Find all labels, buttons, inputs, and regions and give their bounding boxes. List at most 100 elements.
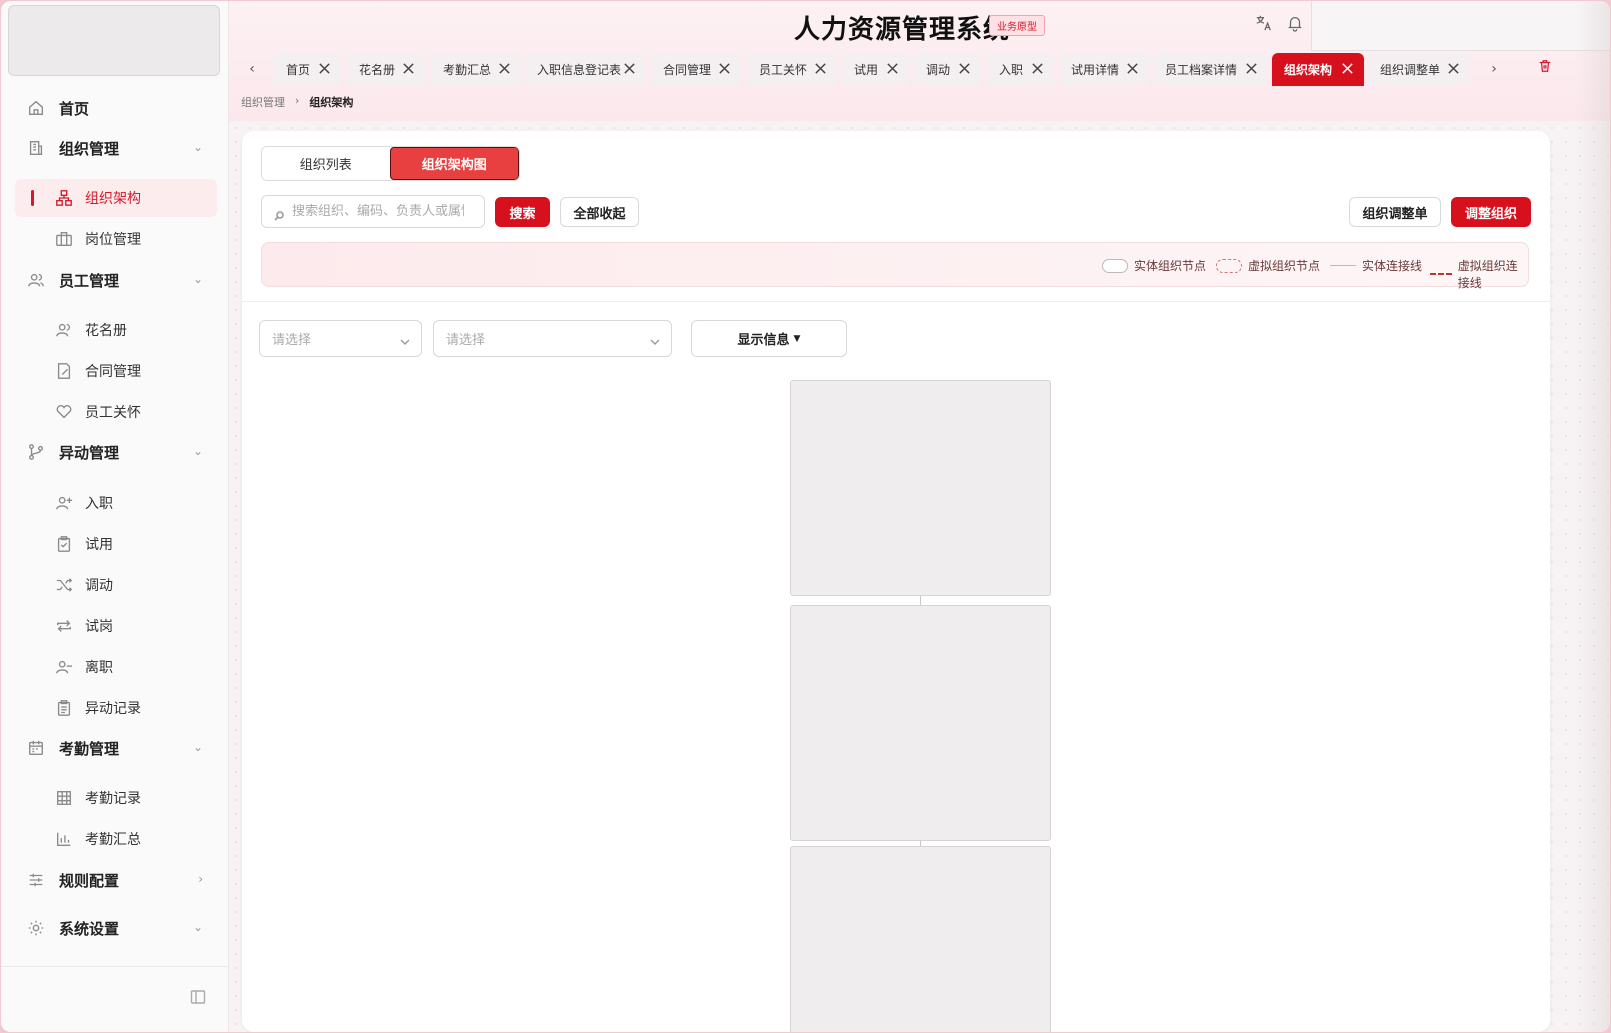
legend-virtual-node: 虚拟组织节点 [1216,257,1320,274]
sidebar-item-trial-post[interactable]: 试岗 [15,607,217,645]
trash-icon[interactable] [1538,58,1554,74]
sidebar-item-probation[interactable]: 试用 [15,525,217,563]
sidebar-item-transfer[interactable]: 调动 [15,566,217,604]
sidebar-item-home[interactable]: 首页 [15,89,217,127]
chevron-down-icon: ⌄ [192,740,203,754]
close-icon[interactable] [1341,62,1355,76]
tab-bar: ‹ 首页 花名册 考勤汇总 入职信息登记表 合同管理 员工关怀 试用 调动 入职… [241,53,1606,87]
legend-label: 实体连接线 [1362,259,1423,273]
search-input[interactable] [292,204,464,219]
sidebar-item-positions[interactable]: 岗位管理 [15,220,217,258]
org-node[interactable] [790,605,1051,841]
tab-roster[interactable]: 花名册 [347,53,425,86]
tab-label: 入职 [999,63,1024,77]
close-icon[interactable] [1245,62,1259,76]
adjust-org-button[interactable]: 调整组织 [1451,197,1531,227]
tab-employee-care[interactable]: 员工关怀 [747,53,837,86]
sidebar-item-system-settings[interactable]: 系统设置 ⌄ [15,909,217,947]
sidebar-item-onboarding[interactable]: 入职 [15,484,217,522]
legend-bar: 实体组织节点 虚拟组织节点 实体连接线 虚拟组织连接线 [261,242,1529,290]
collapse-all-button[interactable]: 全部收起 [560,197,639,227]
repeat-icon [53,615,75,637]
close-icon[interactable] [318,62,332,76]
search-field[interactable] [261,195,485,228]
shuffle-icon [53,574,75,596]
sidebar-item-resignation[interactable]: 离职 [15,648,217,686]
divider [1,966,229,967]
close-icon[interactable] [623,62,637,76]
tab-home[interactable]: 首页 [274,53,341,86]
sidebar-item-attendance-management[interactable]: 考勤管理 ⌄ [15,729,217,767]
close-icon[interactable] [1447,62,1461,76]
sidebar-item-employee-management[interactable]: 员工管理 ⌄ [15,261,217,299]
sidebar-item-employee-care[interactable]: 员工关怀 [15,393,217,431]
tab-transfer[interactable]: 调动 [914,53,981,86]
org-chart-toggle[interactable]: 组织架构图 [389,147,519,180]
org-node[interactable] [790,846,1051,1032]
sidebar-item-label: 入职 [85,496,113,512]
legend-label: 虚拟组织连接线 [1457,259,1518,290]
sidebar-item-attendance-summary[interactable]: 考勤汇总 [15,820,217,858]
tab-probation-detail[interactable]: 试用详情 [1059,53,1149,86]
tab-scroll-left-button[interactable]: ‹ [241,57,263,81]
bell-icon[interactable] [1286,14,1306,34]
sidebar-item-label: 试岗 [85,619,113,635]
tab-label: 员工关怀 [759,63,808,77]
chevron-down-icon: ⌄ [192,920,203,934]
tab-label: 花名册 [359,63,396,77]
select-placeholder: 请选择 [446,333,486,348]
sidebar-item-label: 岗位管理 [85,232,141,248]
tab-label: 入职信息登记表 [537,63,622,77]
users-icon [25,269,47,291]
sidebar-item-rule-config[interactable]: 规则配置 › [15,861,217,899]
display-info-dropdown[interactable]: 显示信息 ▼ [691,320,847,357]
tab-onboarding[interactable]: 入职 [987,53,1054,86]
sidebar-item-label: 花名册 [85,323,127,339]
user-area-placeholder[interactable] [1311,1,1610,51]
heart-hand-icon [53,401,75,423]
chevron-down-icon: ⌄ [192,444,203,458]
bar-chart-icon [53,828,75,850]
tab-contracts[interactable]: 合同管理 [651,53,741,86]
org-adjust-form-button[interactable]: 组织调整单 [1349,197,1441,227]
org-list-toggle[interactable]: 组织列表 [262,147,390,180]
breadcrumb-parent[interactable]: 组织管理 [241,94,285,110]
translate-icon[interactable] [1255,14,1275,34]
close-icon[interactable] [814,62,828,76]
close-icon[interactable] [958,62,972,76]
tab-onboarding-form[interactable]: 入职信息登记表 [525,53,646,86]
close-icon[interactable] [1126,62,1140,76]
search-button[interactable]: 搜索 [495,197,550,227]
sidebar-item-contracts[interactable]: 合同管理 [15,352,217,390]
tab-org-adjustment[interactable]: 组织调整单 [1368,53,1470,86]
caret-down-icon: ▼ [793,333,801,344]
filter-select-1[interactable]: 请选择 [259,320,422,357]
tab-employee-file-detail[interactable]: 员工档案详情 [1153,53,1268,86]
close-icon[interactable] [402,62,416,76]
sidebar-collapse-icon[interactable] [190,989,206,1005]
virtual-node-swatch [1216,258,1242,273]
sidebar: 首页 组织管理 ⌄ 组织架构 岗位管理 员工管理 ⌄ 花名册 合同管理 员工关怀… [1,1,229,1032]
sidebar-item-change-management[interactable]: 异动管理 ⌄ [15,433,217,471]
close-icon[interactable] [718,62,732,76]
tab-label: 合同管理 [663,63,712,77]
close-icon[interactable] [498,62,512,76]
tab-org-chart[interactable]: 组织架构 [1272,53,1364,86]
sidebar-item-change-records[interactable]: 异动记录 [15,689,217,727]
sidebar-item-attendance-records[interactable]: 考勤记录 [15,779,217,817]
tab-probation[interactable]: 试用 [842,53,909,86]
close-icon[interactable] [886,62,900,76]
sidebar-item-roster[interactable]: 花名册 [15,311,217,349]
legend-virtual-line: 虚拟组织连接线 [1430,257,1528,291]
tab-attendance-summary[interactable]: 考勤汇总 [431,53,521,86]
org-node[interactable] [790,380,1051,596]
sidebar-item-org-chart[interactable]: 组织架构 [15,179,217,217]
sidebar-item-label: 考勤记录 [85,791,141,807]
breadcrumb-current: 组织架构 [309,96,354,109]
filter-select-2[interactable]: 请选择 [433,320,672,357]
tab-scroll-right-button[interactable]: › [1483,57,1505,81]
sidebar-item-label: 调动 [85,578,113,594]
sidebar-item-label: 组织架构 [85,191,141,207]
close-icon[interactable] [1031,62,1045,76]
sidebar-item-org-management[interactable]: 组织管理 ⌄ [15,129,217,167]
